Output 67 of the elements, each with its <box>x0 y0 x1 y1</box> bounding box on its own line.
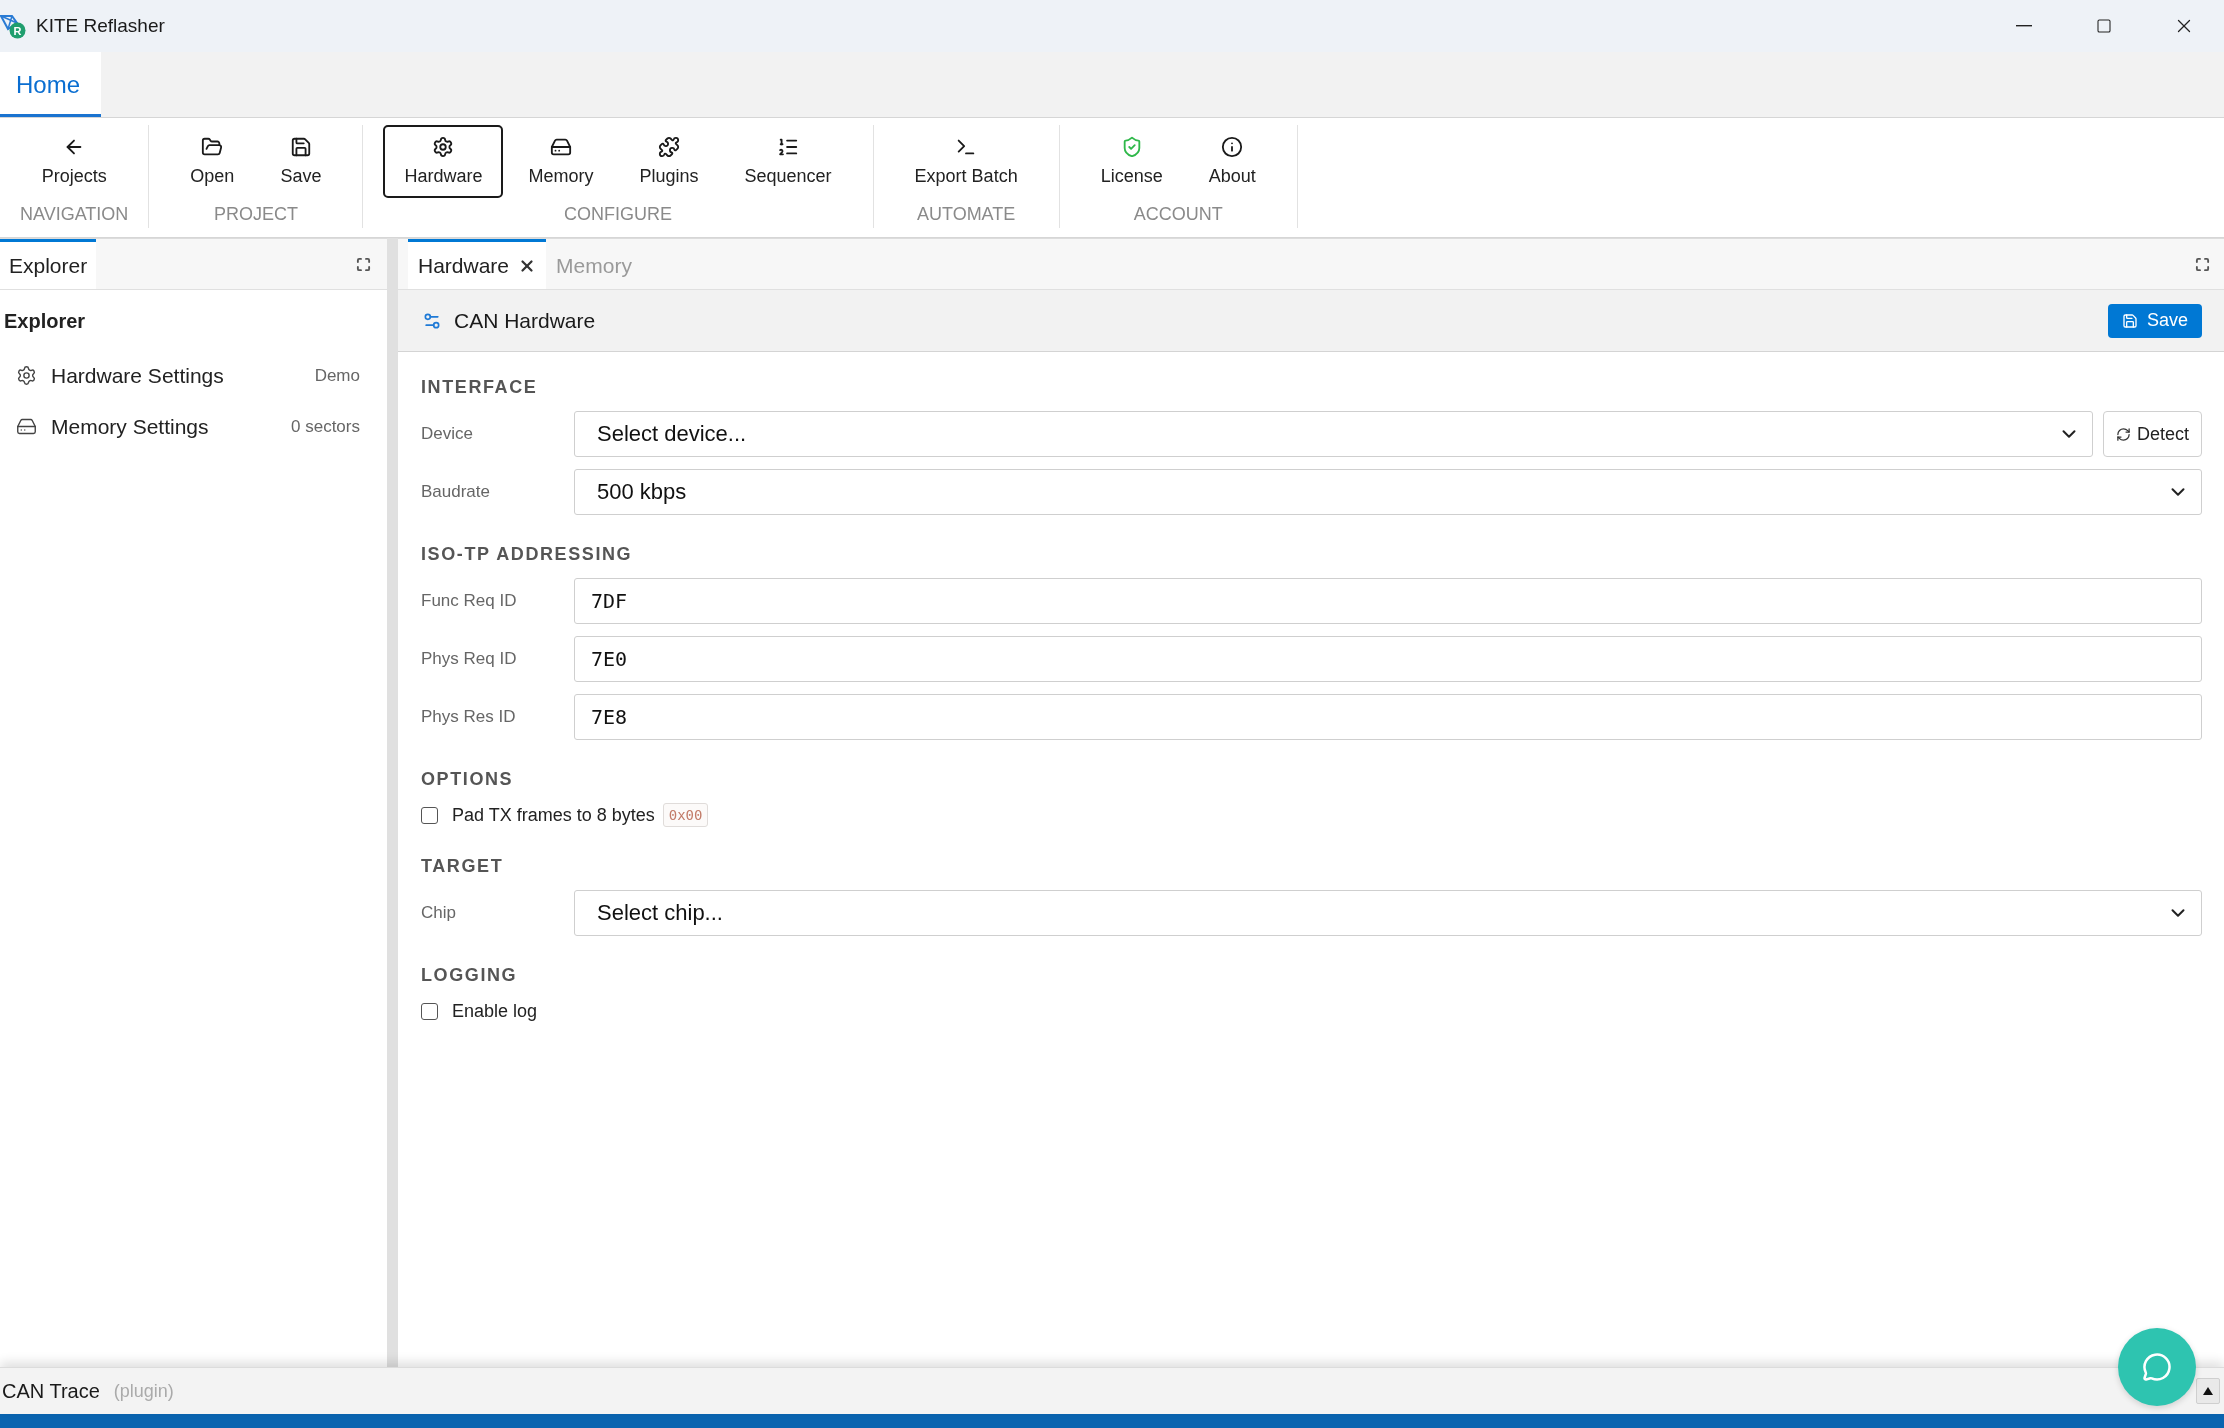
ribbon-group-label: CONFIGURE <box>564 204 672 225</box>
checkbox-label: Enable log <box>452 1000 538 1022</box>
input-field[interactable]: 7E0 <box>574 636 2202 682</box>
section-heading: INTERFACE <box>421 376 538 399</box>
refresh-icon <box>2115 426 2131 442</box>
field-label: Chip <box>421 903 456 923</box>
item-detail: 0 sectors <box>291 416 360 437</box>
panel-subtitle: (plugin) <box>113 1380 174 1402</box>
ribbon-group-label: NAVIGATION <box>20 204 129 225</box>
hex-value-tag: 0x00 <box>662 803 709 827</box>
input-field[interactable]: 7E8 <box>574 694 2202 740</box>
panel-title: CAN Trace <box>2 1379 100 1403</box>
panel-heading: Explorer <box>4 309 86 334</box>
field-label: Func Req ID <box>421 591 517 611</box>
ribbon-tab[interactable]: Home <box>0 52 102 117</box>
ribbon-button[interactable]: Open <box>169 125 256 198</box>
explorer-item[interactable]: Hardware Settings <box>51 363 224 388</box>
expand-icon[interactable] <box>2195 256 2210 272</box>
field-label: Phys Res ID <box>421 707 516 727</box>
editor-title: CAN Hardware <box>454 308 596 333</box>
dropdown-field[interactable]: 500 kbps <box>574 469 2202 515</box>
ribbon-button[interactable]: Hardware <box>383 125 504 198</box>
ribbon-button[interactable]: License <box>1079 125 1184 198</box>
speech-bubble-icon <box>2142 1352 2172 1382</box>
hard-drive-icon <box>16 416 37 437</box>
gear-icon <box>432 136 455 158</box>
section-heading: OPTIONS <box>421 768 514 791</box>
detect-button[interactable]: Detect <box>2102 411 2202 457</box>
ribbon-button[interactable]: Memory <box>507 125 615 198</box>
save-button[interactable]: Save <box>2107 303 2202 338</box>
ribbon-button[interactable]: About <box>1187 125 1277 198</box>
numbered-list-icon <box>777 136 800 158</box>
ribbon-button[interactable]: Export Batch <box>893 125 1039 198</box>
checkbox[interactable] <box>421 806 438 824</box>
puzzle-icon <box>658 136 680 158</box>
explorer-item[interactable]: Memory Settings <box>51 414 209 439</box>
ribbon-button[interactable]: Plugins <box>618 125 720 198</box>
field-label: Device <box>421 424 473 444</box>
section-heading: ISO-TP ADDRESSING <box>421 543 633 566</box>
ribbon-group-label: AUTOMATE <box>916 204 1016 225</box>
dropdown-field[interactable]: Select device... <box>574 411 2093 457</box>
section-heading: TARGET <box>421 855 504 878</box>
item-detail: Demo <box>314 365 360 386</box>
maximize-icon <box>2096 18 2112 34</box>
triangle-up-icon <box>2203 1387 2213 1395</box>
ribbon-button[interactable]: Sequencer <box>723 125 853 198</box>
ribbon-group-label: PROJECT <box>213 204 298 225</box>
hard-drive-icon <box>549 136 572 158</box>
folder-icon <box>201 136 224 158</box>
expand-icon[interactable] <box>356 256 371 272</box>
checkbox[interactable] <box>421 1002 438 1020</box>
field-label: Baudrate <box>421 482 490 502</box>
window-title: KITE Reflasher <box>36 15 165 37</box>
gear-icon <box>16 365 37 386</box>
editor-tab[interactable]: Hardware <box>408 239 547 289</box>
ribbon-button[interactable]: Save <box>259 125 343 198</box>
checkbox-label: Pad TX frames to 8 bytes <box>452 804 655 826</box>
dropdown-field[interactable]: Select chip... <box>574 890 2202 936</box>
panel-tab[interactable]: Explorer <box>0 239 97 289</box>
ribbon-group-label: ACCOUNT <box>1133 204 1223 225</box>
minimize-icon <box>2016 25 2032 27</box>
section-heading: LOGGING <box>421 964 518 987</box>
info-icon <box>1221 136 1244 158</box>
ribbon-button[interactable]: Projects <box>20 125 128 198</box>
field-label: Phys Req ID <box>421 649 517 669</box>
input-field[interactable]: 7DF <box>574 578 2202 624</box>
collapse-button[interactable] <box>2196 1378 2220 1404</box>
